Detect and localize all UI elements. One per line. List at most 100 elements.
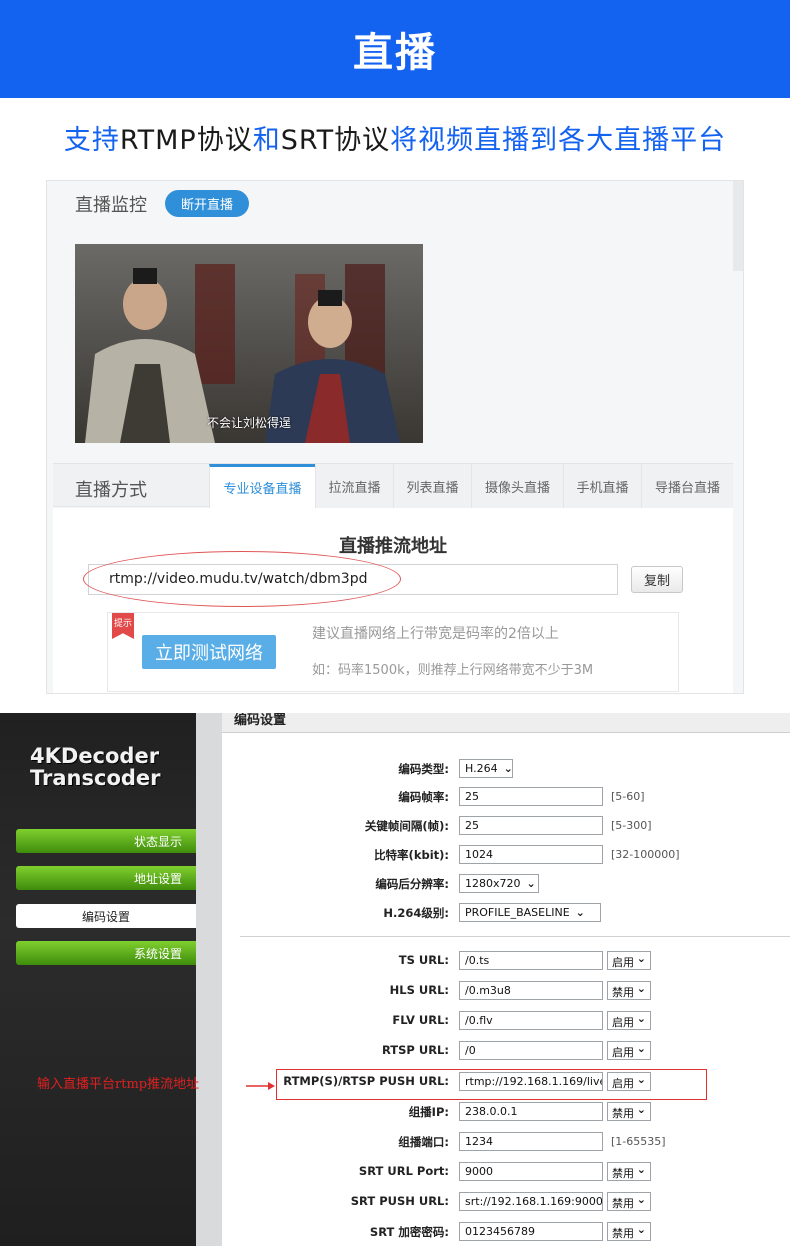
row-ts: TS URL: /0.ts 启用 [222, 950, 790, 972]
mcast-ip-input[interactable]: 238.0.0.1 [459, 1102, 603, 1121]
gop-input[interactable]: 25 [459, 816, 603, 835]
subtitle-part3: 和 [252, 125, 281, 156]
bitrate-label: 比特率(kbit): [374, 848, 449, 862]
row-srt-push: SRT PUSH URL: srt://192.168.1.169:9000 禁… [222, 1191, 790, 1213]
logo-line-2: Transcoder [30, 766, 161, 790]
decoder-main: 编码设置 编码类型: H.264 编码帧率: 25 [5-60] 关键帧间隔(帧… [222, 713, 790, 1246]
srt-push-input[interactable]: srt://192.168.1.169:9000 [459, 1192, 603, 1211]
codec-select[interactable]: H.264 [459, 759, 513, 778]
gop-range: [5-300] [611, 819, 652, 832]
ts-input[interactable]: /0.ts [459, 951, 603, 970]
gop-label: 关键帧间隔(帧): [364, 819, 449, 833]
subtitle-part4: SRT协议 [280, 125, 391, 156]
subtitle: 支持RTMP协议和SRT协议将视频直播到各大直播平台 [0, 118, 790, 157]
bitrate-range: [32-100000] [611, 848, 680, 861]
rtmp-highlight-box [276, 1069, 707, 1100]
resolution-label: 编码后分辨率: [375, 877, 449, 891]
row-hls: HLS URL: /0.m3u8 禁用 [222, 980, 790, 1002]
ts-label: TS URL: [398, 953, 449, 967]
mcast-port-label: 组播端口: [398, 1135, 449, 1149]
divider [240, 936, 790, 937]
row-flv: FLV URL: /0.flv 启用 [222, 1010, 790, 1032]
fps-input[interactable]: 25 [459, 787, 603, 806]
tab-pro-device[interactable]: 专业设备直播 [209, 464, 315, 508]
bitrate-input[interactable]: 1024 [459, 845, 603, 864]
tip-tag: 提示 [112, 613, 134, 639]
tab-director[interactable]: 导播台直播 [641, 464, 733, 508]
page: 直播 支持RTMP协议和SRT协议将视频直播到各大直播平台 直播监控 断开直播 [0, 0, 790, 1246]
row-mcast-port: 组播端口: 1234 [1-65535] [222, 1131, 790, 1153]
fps-range: [5-60] [611, 790, 645, 803]
mcast-ip-label: 组播IP: [408, 1105, 449, 1119]
tab-pull-stream[interactable]: 拉流直播 [315, 464, 393, 508]
copy-button[interactable]: 复制 [631, 566, 683, 593]
row-srt-port: SRT URL Port: 9000 禁用 [222, 1161, 790, 1183]
fps-label: 编码帧率: [398, 790, 449, 804]
live-panel: 直播监控 断开直播 不会让刘松得逞 直播方式 专业设备直播 拉流直播 列表直播 … [46, 180, 744, 694]
decoder-ui: 4KDecoder Transcoder 状态显示 地址设置 编码设置 系统设置… [0, 713, 790, 1246]
monitor-title: 直播监控 [75, 195, 147, 216]
srt-key-input[interactable]: 0123456789 [459, 1222, 603, 1241]
tip-line-1: 建议直播网络上行带宽是码率的2倍以上 [312, 626, 559, 642]
stop-live-button[interactable]: 断开直播 [165, 190, 249, 217]
rtsp-input[interactable]: /0 [459, 1041, 603, 1060]
arrow-right-icon [246, 1082, 275, 1090]
srt-key-label: SRT 加密密码: [369, 1225, 449, 1239]
hls-state-select[interactable]: 禁用 [607, 981, 651, 1000]
sidebar-item-system[interactable]: 系统设置 [16, 941, 196, 965]
srt-port-state-select[interactable]: 禁用 [607, 1162, 651, 1181]
sidebar-item-encode[interactable]: 编码设置 [16, 904, 196, 928]
row-resolution: 编码后分辨率: 1280x720 [222, 873, 790, 895]
row-gop: 关键帧间隔(帧): 25 [5-300] [222, 815, 790, 837]
subtitle-part5: 将视频直播到各大直播平台 [390, 125, 727, 156]
flv-input[interactable]: /0.flv [459, 1011, 603, 1030]
row-mcast-ip: 组播IP: 238.0.0.1 禁用 [222, 1101, 790, 1123]
scrollbar[interactable] [733, 181, 743, 271]
mcast-ip-state-select[interactable]: 禁用 [607, 1102, 651, 1121]
row-bitrate: 比特率(kbit): 1024 [32-100000] [222, 844, 790, 866]
mcast-port-range: [1-65535] [611, 1135, 666, 1148]
decoder-gutter [196, 713, 222, 1246]
banner-title: 直播 [353, 30, 437, 76]
decoder-logo: 4KDecoder Transcoder [30, 745, 161, 789]
video-preview[interactable]: 不会让刘松得逞 [75, 244, 423, 443]
annotation-note: 输入直播平台rtmp推流地址 [37, 1077, 200, 1092]
decoder-header: 编码设置 [222, 713, 790, 733]
mcast-port-input[interactable]: 1234 [459, 1132, 603, 1151]
decoder-sidebar: 4KDecoder Transcoder 状态显示 地址设置 编码设置 系统设置 [0, 713, 196, 1246]
srt-push-label: SRT PUSH URL: [350, 1194, 449, 1208]
srt-port-input[interactable]: 9000 [459, 1162, 603, 1181]
hls-input[interactable]: /0.m3u8 [459, 981, 603, 1000]
logo-line-1: 4KDecoder [30, 744, 160, 768]
codec-label: 编码类型: [398, 762, 449, 776]
tab-playlist[interactable]: 列表直播 [393, 464, 471, 508]
srt-push-state-select[interactable]: 禁用 [607, 1192, 651, 1211]
subtitle-part2: RTMP协议 [119, 125, 253, 156]
row-rtsp: RTSP URL: /0 启用 [222, 1040, 790, 1062]
row-level: H.264级别: PROFILE_BASELINE [222, 902, 790, 924]
tip-box: 提示 立即测试网络 建议直播网络上行带宽是码率的2倍以上 如：码率1500k，则… [107, 612, 679, 692]
row-codec: 编码类型: H.264 [222, 758, 790, 780]
sidebar-item-address[interactable]: 地址设置 [16, 866, 196, 890]
test-network-button[interactable]: 立即测试网络 [142, 635, 276, 669]
resolution-select[interactable]: 1280x720 [459, 874, 539, 893]
tab-mobile[interactable]: 手机直播 [563, 464, 641, 508]
decoder-header-title: 编码设置 [234, 713, 287, 728]
level-select[interactable]: PROFILE_BASELINE [459, 903, 601, 922]
flv-label: FLV URL: [392, 1013, 449, 1027]
rtsp-label: RTSP URL: [381, 1043, 449, 1057]
flv-state-select[interactable]: 启用 [607, 1011, 651, 1030]
highlight-oval [83, 551, 401, 607]
srt-key-state-select[interactable]: 禁用 [607, 1222, 651, 1241]
subtitle-part1: 支持 [63, 125, 120, 156]
ts-state-select[interactable]: 启用 [607, 951, 651, 970]
rtsp-state-select[interactable]: 启用 [607, 1041, 651, 1060]
sidebar-item-status[interactable]: 状态显示 [16, 829, 196, 853]
method-body: 直播推流地址 rtmp://video.mudu.tv/watch/dbm3pd… [53, 508, 733, 693]
method-bar: 直播方式 专业设备直播 拉流直播 列表直播 摄像头直播 手机直播 导播台直播 [53, 463, 733, 508]
push-url-title: 直播推流地址 [339, 536, 447, 557]
method-title: 直播方式 [75, 480, 147, 501]
tab-camera[interactable]: 摄像头直播 [471, 464, 563, 508]
method-tabs: 专业设备直播 拉流直播 列表直播 摄像头直播 手机直播 导播台直播 [209, 464, 733, 508]
hls-label: HLS URL: [389, 983, 449, 997]
